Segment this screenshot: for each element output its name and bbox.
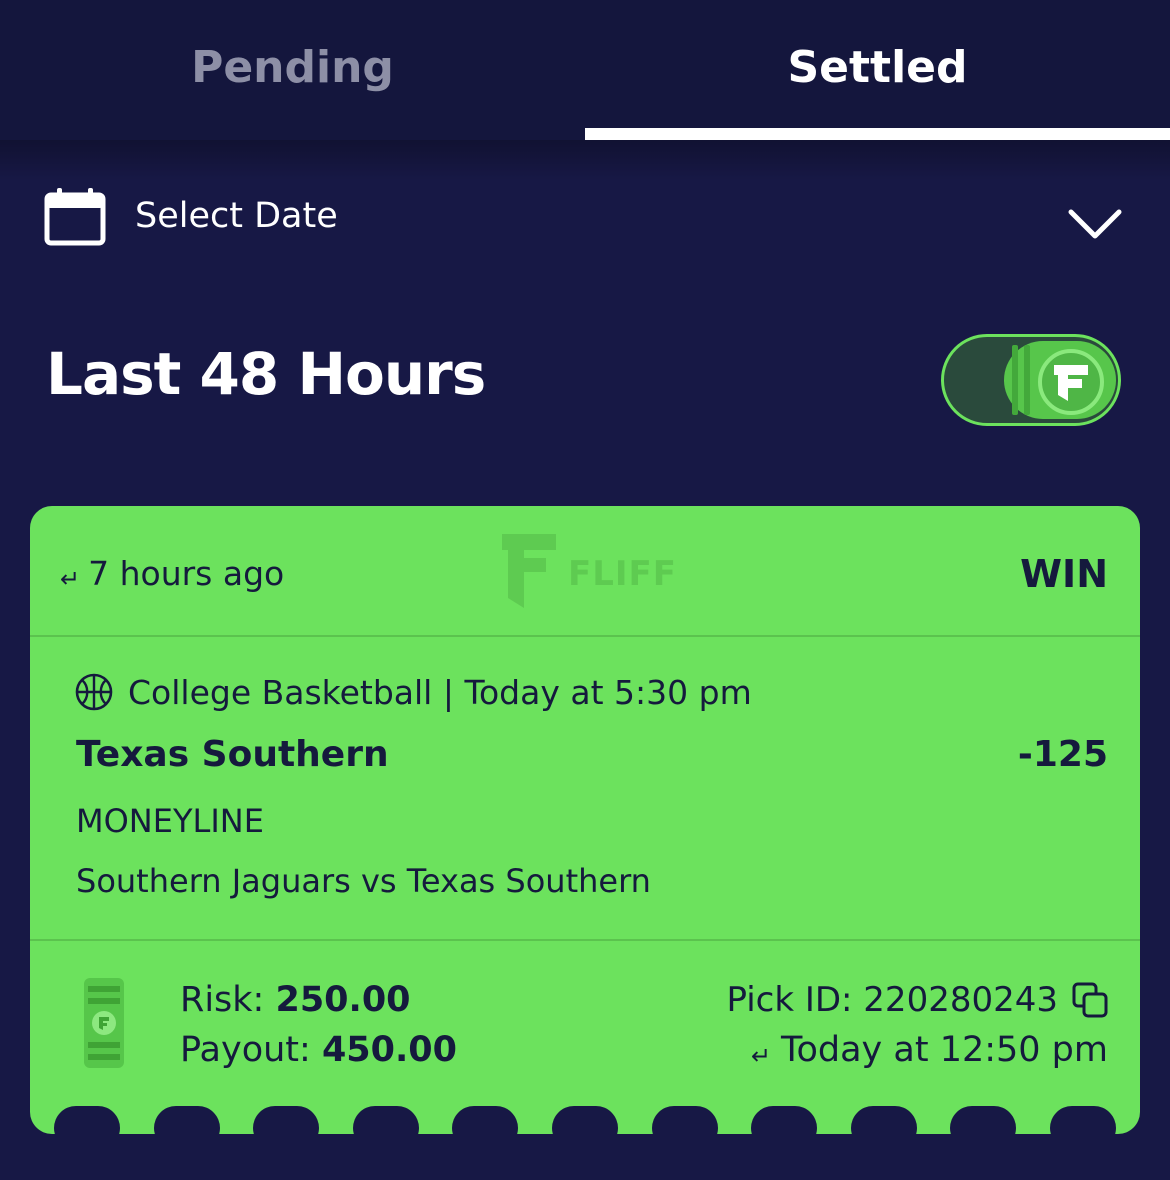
return-arrow-icon: ↵ <box>60 564 81 593</box>
cash-stack-icon <box>84 978 124 1068</box>
odds-value: -125 <box>1017 734 1108 775</box>
fliff-logo-icon <box>1054 365 1088 401</box>
coin-toggle[interactable] <box>941 334 1121 426</box>
divider <box>30 939 1140 941</box>
event-info-text: College Basketball | Today at 5:30 pm <box>128 672 752 712</box>
fliff-logo-icon <box>502 534 556 608</box>
placed-time-text: Today at 12:50 pm <box>781 1030 1108 1070</box>
tab-pending[interactable]: Pending <box>0 0 585 140</box>
return-arrow-icon: ↵ <box>750 1042 772 1070</box>
payout-amount: Payout: 450.00 <box>180 1030 457 1070</box>
matchup: Southern Jaguars vs Texas Southern <box>76 862 651 900</box>
pick-id-text: Pick ID: 220280243 <box>726 980 1058 1020</box>
bet-status-tabs: Pending Settled <box>0 0 1170 180</box>
date-filter-label: Select Date <box>135 196 338 236</box>
copy-icon[interactable] <box>1070 980 1110 1020</box>
ticket-notches <box>30 1106 1140 1134</box>
active-tab-indicator <box>585 128 1170 140</box>
section-title: Last 48 Hours <box>46 340 486 408</box>
time-ago-text: 7 hours ago <box>88 554 285 593</box>
selection-name: Texas Southern <box>76 734 389 775</box>
event-info: College Basketball | Today at 5:30 pm <box>74 672 752 712</box>
divider <box>30 635 1140 637</box>
date-filter-dropdown[interactable]: Select Date <box>0 180 1170 260</box>
chevron-down-icon <box>1068 209 1122 239</box>
risk-amount: Risk: 250.00 <box>180 980 411 1020</box>
placed-time: ↵ Today at 12:50 pm <box>751 1030 1108 1070</box>
calendar-icon <box>44 188 106 246</box>
bet-card[interactable]: ↵ 7 hours ago FLIFF WIN College Basketba… <box>30 506 1140 1134</box>
bet-result: WIN <box>1020 552 1108 596</box>
bet-card-header: ↵ 7 hours ago FLIFF WIN <box>30 506 1140 636</box>
pick-id: Pick ID: 220280243 <box>726 980 1110 1020</box>
market-type: MONEYLINE <box>76 802 264 840</box>
fliff-watermark: FLIFF <box>500 532 676 616</box>
watermark-text: FLIFF <box>568 554 677 594</box>
time-ago: ↵ 7 hours ago <box>60 554 284 593</box>
basketball-icon <box>75 673 113 711</box>
tab-settled[interactable]: Settled <box>585 0 1170 140</box>
